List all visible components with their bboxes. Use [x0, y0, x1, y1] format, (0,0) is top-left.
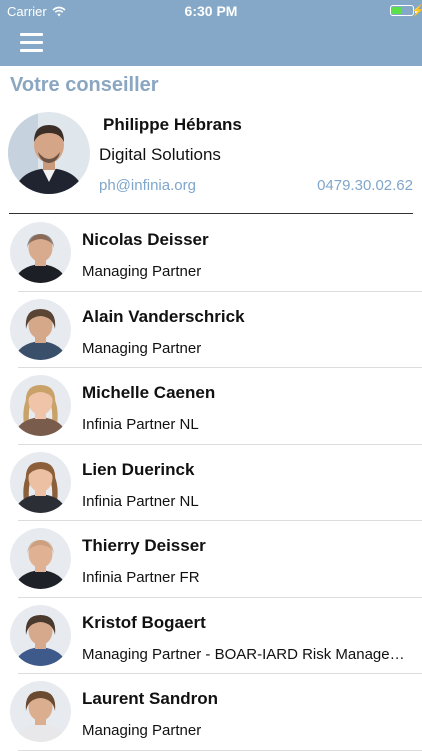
- contact-name: Lien Duerinck: [82, 459, 195, 479]
- contact-row[interactable]: Alain Vanderschrick Managing Partner: [0, 292, 422, 368]
- navigation-bar: [0, 22, 422, 66]
- contact-row[interactable]: Thierry Deisser Infinia Partner FR: [0, 521, 422, 598]
- contact-avatar: [10, 451, 71, 513]
- contact-avatar: [10, 222, 71, 283]
- contact-role: Infinia Partner NL: [82, 492, 199, 510]
- contact-row[interactable]: Kristof Bogaert Managing Partner - BOAR-…: [0, 598, 422, 674]
- status-bar: Carrier 6:30 PM ⚡: [0, 0, 422, 22]
- section-title: Votre conseiller: [10, 74, 159, 96]
- contact-name: Thierry Deisser: [82, 536, 206, 555]
- contact-role: Managing Partner: [82, 339, 202, 357]
- contact-role: Managing Partner: [82, 722, 202, 739]
- contact-role: Managing Partner - BOAR-IARD Risk Manage…: [82, 645, 412, 663]
- contact-row[interactable]: Laurent Sandron Managing Partner: [0, 674, 422, 751]
- section-divider: [9, 213, 413, 214]
- hamburger-menu-icon[interactable]: [20, 33, 43, 52]
- contact-row[interactable]: Michelle Caenen Infinia Partner NL: [0, 368, 422, 445]
- contact-role: Infinia Partner FR: [82, 569, 200, 586]
- contact-avatar: [10, 528, 71, 589]
- advisor-phone-link[interactable]: 0479.30.02.62: [317, 177, 413, 194]
- battery-icon: ⚡: [390, 5, 422, 17]
- contact-name: Nicolas Deisser: [82, 230, 209, 249]
- clock: 6:30 PM: [184, 3, 238, 19]
- charging-icon: ⚡: [411, 5, 422, 17]
- contact-list: Nicolas Deisser Managing Partner Alain V…: [0, 215, 422, 751]
- contact-row[interactable]: Lien Duerinck Infinia Partner NL: [0, 445, 422, 521]
- advisor-name: Philippe Hébrans: [103, 115, 242, 134]
- advisor-avatar: [8, 112, 90, 194]
- contact-name: Alain Vanderschrick: [82, 306, 245, 326]
- contact-name: Laurent Sandron: [82, 689, 219, 708]
- contact-avatar: [10, 604, 71, 666]
- advisor-department: Digital Solutions: [99, 145, 221, 164]
- contact-name: Michelle Caenen: [82, 383, 216, 402]
- contact-name: Kristof Bogaert: [82, 612, 206, 632]
- contact-role: Managing Partner: [82, 263, 202, 280]
- contact-avatar: [10, 681, 71, 742]
- contact-avatar: [10, 375, 71, 436]
- contact-role: Infinia Partner NL: [82, 416, 199, 433]
- contact-avatar: [10, 298, 71, 360]
- contact-row[interactable]: Nicolas Deisser Managing Partner: [0, 215, 422, 292]
- advisor-email-link[interactable]: ph@infinia.org: [99, 177, 196, 194]
